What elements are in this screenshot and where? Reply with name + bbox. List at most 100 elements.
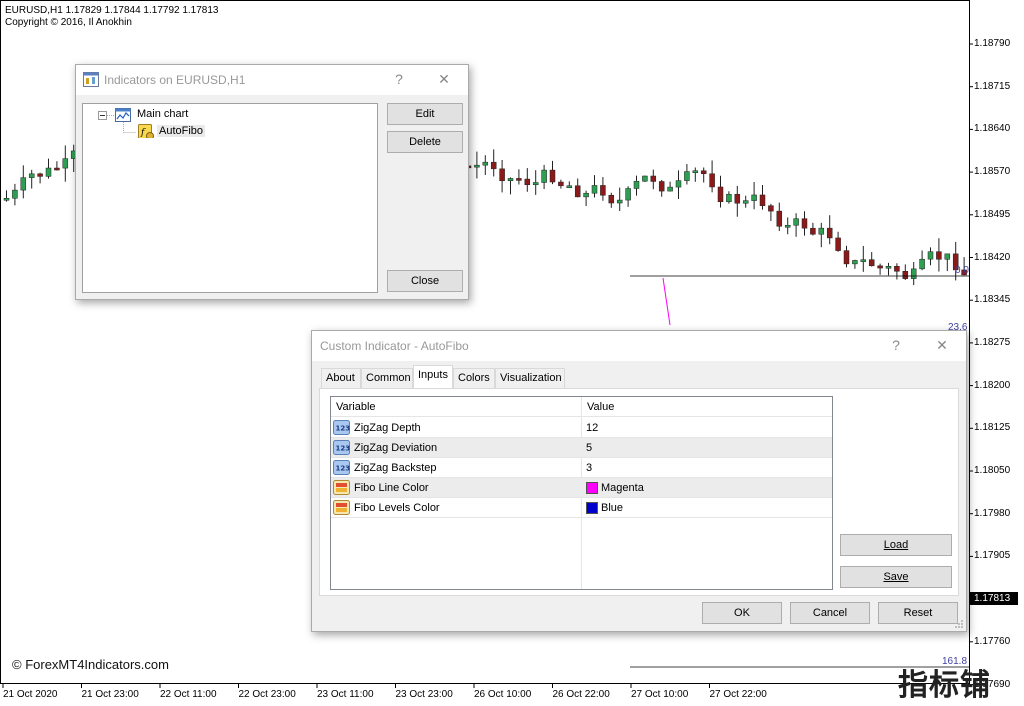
chart-info: EURUSD,H1 1.17829 1.17844 1.17792 1.1781… — [5, 5, 219, 29]
value-cell[interactable]: Magenta — [582, 478, 832, 498]
symbol-quote-line: EURUSD,H1 1.17829 1.17844 1.17792 1.1781… — [5, 5, 219, 16]
candle-body — [474, 164, 480, 168]
edit-button[interactable]: Edit — [387, 103, 463, 125]
svg-text:123: 123 — [336, 425, 351, 433]
time-tick-label: 26 Oct 22:00 — [552, 689, 610, 700]
indicator-tree[interactable]: Main chart f AutoFibo — [82, 103, 378, 293]
tab-about[interactable]: About — [321, 368, 361, 388]
candle-body — [549, 169, 556, 183]
candle-body — [835, 237, 841, 251]
resize-grip-icon[interactable] — [954, 619, 964, 629]
candle-body — [600, 185, 606, 196]
tab-colors[interactable]: Colors — [453, 368, 495, 388]
variable-cell: ZigZag Backstep — [354, 462, 437, 474]
candle-body — [717, 186, 724, 203]
candle-body — [499, 168, 505, 182]
ok-button[interactable]: OK — [702, 602, 782, 624]
tab-common[interactable]: Common — [361, 368, 413, 388]
candle-body — [726, 193, 732, 203]
svg-text:123: 123 — [336, 465, 351, 473]
price-tick-label: 1.18275 — [974, 336, 1011, 348]
site-logo: 指标铺 — [898, 668, 991, 703]
value-cell[interactable]: Blue — [582, 498, 832, 518]
help-icon[interactable]: ? — [886, 337, 906, 353]
candle-body — [616, 199, 623, 204]
header-value[interactable]: Value — [582, 397, 832, 417]
time-tick-label: 22 Oct 23:00 — [238, 689, 296, 700]
table-row[interactable]: Fibo Line Color Magenta — [331, 478, 832, 498]
table-row[interactable]: 123 ZigZag Deviation 5 — [331, 438, 832, 458]
table-row[interactable]: 123 ZigZag Depth 12 — [331, 418, 832, 438]
candle-body — [776, 210, 783, 227]
tree-item-autofibo[interactable]: AutoFibo — [157, 125, 206, 137]
candle-body — [532, 182, 539, 186]
time-tick-label: 27 Oct 10:00 — [631, 689, 689, 700]
inputs-grid[interactable]: Variable Value 123 ZigZag Depth 12 123 ZigZa… — [330, 396, 833, 590]
variable-cell: ZigZag Deviation — [354, 442, 438, 454]
candle-body — [675, 180, 682, 188]
candle-body — [885, 266, 892, 269]
price-tick-label: 1.18790 — [974, 38, 1011, 49]
time-tick-label: 23 Oct 11:00 — [317, 689, 374, 700]
header-variable[interactable]: Variable — [331, 397, 581, 417]
close-icon[interactable]: ✕ — [434, 71, 454, 88]
time-tick-label: 23 Oct 23:00 — [395, 689, 453, 700]
value-cell[interactable]: 5 — [582, 438, 832, 458]
candle-body — [894, 266, 900, 272]
candle-body — [516, 178, 522, 181]
candle-body — [684, 171, 690, 181]
candle-body — [902, 271, 909, 279]
value-cell[interactable]: 12 — [582, 418, 832, 438]
indicators-dialog-titlebar[interactable]: Indicators on EURUSD,H1 ? ✕ — [76, 65, 468, 95]
price-tick-label: 1.18125 — [974, 422, 1011, 434]
candle-body — [801, 218, 808, 229]
save-button[interactable]: Save — [840, 566, 952, 588]
value-text: Blue — [601, 502, 624, 514]
candle-body — [818, 227, 825, 235]
candle-body — [583, 192, 589, 198]
price-tick-label: 1.18050 — [974, 465, 1011, 476]
value-text: 5 — [586, 442, 593, 454]
candle-body — [574, 185, 581, 198]
value-cell[interactable]: 3 — [582, 458, 832, 478]
close-button[interactable]: Close — [387, 270, 463, 292]
cancel-button[interactable]: Cancel — [790, 602, 870, 624]
load-button[interactable]: Load — [840, 534, 952, 556]
123-icon: 123 — [333, 440, 350, 455]
candle-body — [591, 185, 598, 194]
tree-item-main-chart[interactable]: Main chart — [137, 108, 188, 120]
table-row[interactable]: 123 ZigZag Backstep 3 — [331, 458, 832, 478]
variable-cell: ZigZag Depth — [354, 422, 421, 434]
reset-button[interactable]: Reset — [878, 602, 958, 624]
candle-body — [12, 189, 18, 199]
help-icon[interactable]: ? — [389, 71, 409, 87]
inputs-panel: Variable Value 123 ZigZag Depth 12 123 ZigZa… — [319, 388, 959, 596]
candle-body — [541, 169, 547, 183]
color-swatch — [586, 502, 598, 514]
tab-inputs[interactable]: Inputs — [413, 365, 453, 388]
value-text: 12 — [586, 422, 599, 434]
delete-button[interactable]: Delete — [387, 131, 463, 153]
candle-body — [20, 177, 27, 191]
candle-body — [625, 188, 631, 201]
candle-body — [919, 258, 925, 270]
123-icon: 123 — [333, 420, 350, 435]
custom-indicator-titlebar[interactable]: Custom Indicator - AutoFibo ? ✕ — [312, 331, 966, 361]
price-tick-label: 1.18345 — [974, 294, 1011, 306]
price-tick-label: 1.17980 — [974, 507, 1011, 519]
variable-cell: Fibo Levels Color — [354, 502, 440, 514]
table-row[interactable]: Fibo Levels Color Blue — [331, 498, 832, 518]
candle-body — [37, 173, 43, 177]
candle-body — [650, 175, 657, 182]
candle-body — [62, 158, 69, 169]
time-tick-label: 22 Oct 11:00 — [160, 689, 217, 700]
time-tick-label: 26 Oct 10:00 — [474, 689, 532, 700]
indicator-copyright: Copyright © 2016, Il Anokhin — [5, 17, 132, 28]
candle-body — [608, 194, 615, 204]
candle-body — [524, 178, 531, 186]
tab-visualization[interactable]: Visualization — [495, 368, 565, 388]
variable-cell: Fibo Line Color — [354, 482, 429, 494]
price-tick-label: 1.18200 — [974, 379, 1011, 391]
price-tick-label: 1.17760 — [974, 635, 1011, 647]
close-icon[interactable]: ✕ — [932, 337, 952, 354]
